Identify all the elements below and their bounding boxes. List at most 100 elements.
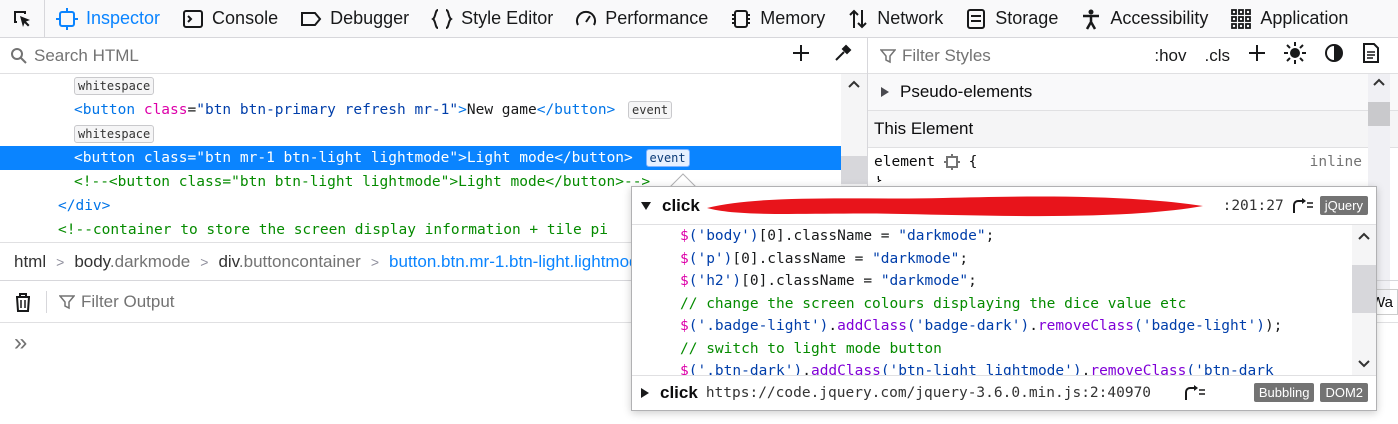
light-scheme-button[interactable] [1284, 42, 1306, 69]
event-type: click [660, 382, 698, 402]
code-token: [0].className = [732, 250, 873, 267]
code-scrollbar[interactable] [1352, 225, 1376, 375]
chevron-right-icon: > [200, 253, 209, 270]
chevron-up-icon [1358, 232, 1370, 240]
add-node-button[interactable] [791, 43, 811, 68]
code-token: ('badge-light') [1133, 318, 1265, 334]
scrollbar-thumb[interactable] [841, 156, 867, 184]
chevron-right-icon: > [56, 253, 65, 270]
markup-line[interactable]: <button class="btn btn-primary refresh m… [0, 98, 867, 122]
event-row-collapsed[interactable]: click https://code.jquery.com/jquery-3.6… [632, 375, 1376, 409]
node-text: New game [466, 102, 537, 118]
redaction-scribble [707, 196, 1203, 217]
trash-icon[interactable] [12, 291, 34, 313]
scrollbar-thumb[interactable] [1368, 102, 1390, 126]
code-token: [0].className = [741, 273, 881, 289]
tab-performance[interactable]: Performance [564, 0, 719, 38]
rule-open-brace: { [968, 154, 978, 170]
code-token: "darkmode" [880, 273, 969, 289]
debugger-jump-icon[interactable] [1184, 384, 1206, 401]
tab-inspector[interactable]: Inspector [45, 0, 171, 38]
tag-close: > [458, 102, 467, 118]
sun-icon [1284, 42, 1306, 64]
event-badge-active[interactable]: event [645, 149, 690, 167]
element-picker-button[interactable] [0, 0, 45, 38]
dom2-tag: DOM2 [1320, 383, 1368, 402]
tab-style-editor[interactable]: Style Editor [420, 0, 564, 38]
attr-eq: = [187, 102, 197, 118]
rule-close-brace: } [868, 176, 1398, 182]
event-handler-code: $('body')[0].className = "darkmode"; $('p… [632, 225, 1376, 375]
code-token: ('.badge-light') [688, 318, 829, 334]
pseudo-elements-row[interactable]: Pseudo-elements [868, 74, 1398, 111]
attr-name: class [143, 102, 188, 118]
tab-label: Console [212, 8, 279, 28]
chevron-right-icon: > [370, 253, 380, 270]
tab-label: Debugger [330, 8, 410, 28]
code-token: addClass [837, 318, 907, 334]
breadcrumb-html[interactable]: html [14, 252, 46, 272]
search-html-input[interactable]: Search HTML [34, 46, 791, 66]
print-simulation-button[interactable] [1362, 43, 1380, 68]
person-icon [1080, 8, 1102, 30]
tab-debugger[interactable]: Debugger [289, 0, 420, 38]
event-badge[interactable]: event [628, 101, 673, 119]
code-token: . [828, 318, 838, 334]
node-text: Light mode [466, 150, 555, 166]
code-token: ('h2') [688, 273, 742, 289]
eyedropper-button[interactable] [833, 43, 853, 68]
tag-end: </button> [554, 150, 633, 166]
braces-icon [431, 8, 453, 30]
tag-open: <button [74, 102, 144, 118]
code-token: $ [680, 273, 689, 289]
chip-icon [730, 8, 752, 30]
selected-markup-line[interactable]: <button class="btn mr-1 btn-light lightm… [0, 146, 867, 170]
filter-styles-bar: Filter Styles :hov .cls [868, 38, 1398, 74]
whitespace-badge[interactable]: whitespace [74, 77, 155, 95]
code-token: "darkmode" [872, 250, 960, 267]
tab-memory[interactable]: Memory [719, 0, 836, 38]
filter-output-input[interactable]: Filter Output [81, 292, 175, 312]
tab-label: Performance [605, 8, 709, 28]
rule-source[interactable]: inline [1310, 154, 1362, 170]
jquery-tag: jQuery [1319, 196, 1368, 215]
attr-value: "btn btn-primary refresh mr-1" [196, 102, 459, 118]
breadcrumb-body[interactable]: body.darkmode [74, 252, 190, 272]
add-rule-button[interactable] [1248, 44, 1266, 67]
chevron-down-icon [1358, 360, 1370, 368]
scrollbar-thumb[interactable] [1352, 265, 1376, 313]
chevron-up-icon [848, 80, 860, 88]
cursor-picker-icon [14, 10, 30, 27]
tab-application[interactable]: Application [1219, 0, 1359, 38]
triangle-right-icon[interactable] [640, 387, 650, 399]
code-token: // switch to light mode button [680, 340, 942, 357]
tag-close: > [458, 150, 467, 166]
code-token: $ [680, 363, 689, 375]
breadcrumb-div[interactable]: div.buttoncontainer [218, 252, 360, 272]
tab-network[interactable]: Network [836, 0, 954, 38]
filter-styles-input[interactable]: Filter Styles [902, 46, 1154, 66]
debugger-jump-icon[interactable] [1292, 197, 1314, 214]
element-selector: element [874, 154, 936, 170]
tab-label: Style Editor [461, 8, 554, 28]
tab-accessibility[interactable]: Accessibility [1069, 0, 1219, 38]
tab-label: Application [1260, 8, 1349, 28]
toolbar-divider [46, 290, 47, 313]
tab-console[interactable]: Console [171, 0, 289, 38]
event-source-location[interactable]: https://code.jquery.com/jquery-3.6.0.min… [706, 385, 1184, 401]
chevron-up-icon [1373, 78, 1385, 86]
cls-toggle[interactable]: .cls [1205, 46, 1231, 66]
tab-label: Network [877, 8, 944, 28]
markup-line: whitespace [0, 74, 867, 98]
tab-storage[interactable]: Storage [954, 0, 1069, 38]
dark-scheme-button[interactable] [1324, 43, 1344, 68]
triangle-down-icon[interactable] [640, 201, 652, 211]
whitespace-badge[interactable]: whitespace [74, 125, 155, 143]
code-token: "darkmode" [898, 228, 986, 244]
hov-toggle[interactable]: :hov [1154, 46, 1186, 66]
comment-node: <!--<button class="btn btn-light lightmo… [74, 174, 651, 190]
node-picker-icon[interactable] [943, 154, 960, 170]
code-token: $ [680, 250, 689, 267]
breadcrumb-current[interactable]: button.btn.mr-1.btn-light.lightmod [389, 252, 638, 272]
search-icon [11, 47, 27, 64]
